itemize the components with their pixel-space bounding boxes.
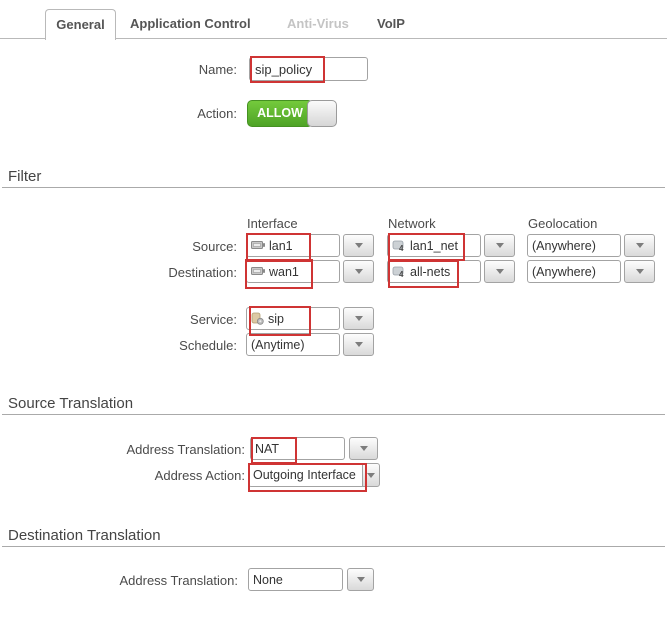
chevron-down-icon [496, 269, 504, 274]
destination-network-dropdown-button[interactable] [484, 260, 515, 283]
source-network-value: lan1_net [410, 239, 458, 253]
source-geolocation-value: (Anywhere) [532, 239, 596, 253]
destination-geolocation-value: (Anywhere) [532, 265, 596, 279]
service-icon [251, 312, 264, 325]
source-label: Source: [0, 239, 237, 254]
chevron-down-icon [636, 269, 644, 274]
column-header-interface: Interface [247, 216, 298, 231]
source-network-field[interactable]: 4 lan1_net [387, 234, 481, 257]
tab-general-label: General [56, 17, 104, 32]
tab-anti-virus: Anti-Virus [287, 16, 349, 31]
action-toggle-state: ALLOW [247, 100, 313, 127]
dest-address-translation-field[interactable]: None [248, 568, 343, 591]
address-action-value: Outgoing Interface [253, 468, 356, 482]
tab-general[interactable]: General [45, 9, 116, 40]
destination-geolocation-field[interactable]: (Anywhere) [527, 260, 621, 283]
dest-address-translation-value: None [253, 573, 283, 587]
service-label: Service: [0, 312, 237, 327]
filter-section-rule [2, 187, 665, 188]
destination-network-field[interactable]: 4 all-nets [387, 260, 481, 283]
tab-voip[interactable]: VoIP [377, 16, 405, 31]
chevron-down-icon [357, 577, 365, 582]
action-toggle-knob[interactable] [307, 100, 337, 127]
action-toggle[interactable]: ALLOW [247, 100, 337, 127]
schedule-dropdown-button[interactable] [343, 333, 374, 356]
svg-text:4: 4 [399, 270, 404, 278]
schedule-label: Schedule: [0, 338, 237, 353]
name-input[interactable] [249, 57, 368, 81]
column-header-geolocation: Geolocation [528, 216, 597, 231]
name-label: Name: [0, 62, 237, 77]
source-geolocation-field[interactable]: (Anywhere) [527, 234, 621, 257]
destination-interface-dropdown-button[interactable] [343, 260, 374, 283]
interface-icon [251, 240, 265, 251]
destination-interface-value: wan1 [269, 265, 299, 279]
filter-section-title: Filter [8, 168, 41, 185]
schedule-value: (Anytime) [251, 338, 304, 352]
dest-address-translation-dropdown-button[interactable] [347, 568, 374, 591]
source-geolocation-dropdown-button[interactable] [624, 234, 655, 257]
address-action-label: Address Action: [0, 468, 245, 483]
action-label: Action: [0, 106, 237, 121]
policy-editor-page: General Application Control Anti-Virus V… [0, 0, 667, 625]
dest-address-translation-label: Address Translation: [0, 573, 238, 588]
address-translation-label: Address Translation: [0, 442, 245, 457]
source-interface-field[interactable]: lan1 [246, 234, 340, 257]
source-network-dropdown-button[interactable] [484, 234, 515, 257]
ip4-network-icon: 4 [392, 240, 406, 252]
svg-text:4: 4 [399, 244, 404, 252]
address-action-field[interactable]: Outgoing Interface [248, 463, 363, 487]
chevron-down-icon [496, 243, 504, 248]
service-value: sip [268, 312, 284, 326]
chevron-down-icon [355, 342, 363, 347]
destination-translation-section-rule [2, 546, 665, 547]
source-translation-section-title: Source Translation [8, 395, 133, 412]
column-header-network: Network [388, 216, 436, 231]
destination-geolocation-dropdown-button[interactable] [624, 260, 655, 283]
chevron-down-icon [355, 243, 363, 248]
service-dropdown-button[interactable] [343, 307, 374, 330]
service-field[interactable]: sip [246, 307, 340, 330]
chevron-down-icon [636, 243, 644, 248]
tab-application-control[interactable]: Application Control [130, 16, 251, 31]
address-action-dropdown-button[interactable] [362, 463, 380, 487]
destination-network-value: all-nets [410, 265, 450, 279]
source-translation-section-rule [2, 414, 665, 415]
tab-application-control-label: Application Control [130, 16, 251, 31]
tab-voip-label: VoIP [377, 16, 405, 31]
tab-anti-virus-label: Anti-Virus [287, 16, 349, 31]
interface-icon [251, 266, 265, 277]
destination-translation-section-title: Destination Translation [8, 527, 161, 544]
chevron-down-icon [367, 473, 375, 478]
chevron-down-icon [355, 269, 363, 274]
address-translation-field[interactable]: NAT [250, 437, 345, 460]
source-interface-dropdown-button[interactable] [343, 234, 374, 257]
address-translation-dropdown-button[interactable] [349, 437, 378, 460]
chevron-down-icon [355, 316, 363, 321]
destination-interface-field[interactable]: wan1 [246, 260, 340, 283]
source-interface-value: lan1 [269, 239, 293, 253]
schedule-field[interactable]: (Anytime) [246, 333, 340, 356]
chevron-down-icon [360, 446, 368, 451]
address-translation-value: NAT [255, 442, 279, 456]
ip4-network-icon: 4 [392, 266, 406, 278]
destination-label: Destination: [0, 265, 237, 280]
